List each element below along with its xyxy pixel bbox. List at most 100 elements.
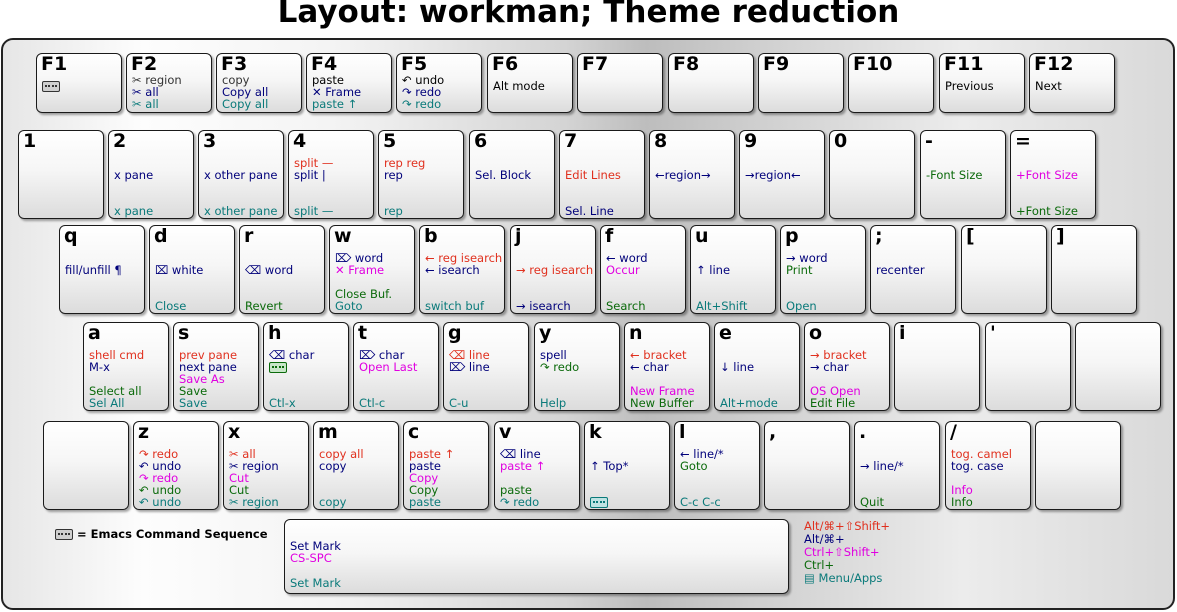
key-label: e — [719, 322, 732, 344]
key-blank-3-11[interactable] — [1075, 322, 1161, 411]
key-w[interactable]: w ⌦ word ✕ Frame Close Buf. Goto — [329, 225, 415, 314]
key-binding: copy — [319, 495, 347, 509]
key-9[interactable]: 9 →region← — [739, 130, 825, 219]
key-equals[interactable]: = +Font Size +Font Size — [1010, 130, 1096, 219]
key-g[interactable]: g ⌫ line ⌦ line C-u — [443, 322, 529, 411]
key-o[interactable]: o → bracket → char OS Open Edit File — [804, 322, 890, 411]
key-t[interactable]: t ⌦ char Open Last Ctl-c — [353, 322, 439, 411]
key-label: x — [228, 421, 241, 443]
key-c[interactable]: c paste ↑ paste Copy Copy paste — [403, 421, 489, 510]
key-r[interactable]: r ⌫ word Revert — [239, 225, 325, 314]
key-f12[interactable]: F12 Next — [1029, 53, 1115, 113]
key-left-bracket[interactable]: [ — [961, 225, 1047, 314]
key-comma[interactable]: , — [764, 421, 850, 510]
key-f1[interactable]: F1 — [36, 53, 122, 113]
key-label: . — [859, 421, 867, 443]
key-label: , — [769, 421, 777, 443]
key-slash[interactable]: / tog. camel tog. case Info Info — [945, 421, 1031, 510]
legend-item: ▤ Menu/Apps — [804, 571, 883, 585]
key-binding: → line/* — [860, 459, 904, 473]
key-binding: paste ↑ — [312, 97, 358, 111]
key-binding: New Buffer — [630, 396, 694, 410]
key-binding: ←region→ — [655, 168, 711, 182]
key-binding: → reg isearch — [516, 263, 594, 277]
key-binding: Help — [540, 396, 567, 410]
key-p[interactable]: p → word Print Open — [780, 225, 866, 314]
key-label: F8 — [673, 53, 700, 75]
key-binding: Open — [786, 299, 817, 313]
key-label: u — [695, 225, 709, 247]
key-binding: split — — [294, 204, 334, 218]
key-1[interactable]: 1 — [18, 130, 104, 219]
key-minus[interactable]: - -Font Size — [920, 130, 1006, 219]
key-m[interactable]: m copy all copy copy — [313, 421, 399, 510]
key-space[interactable]: Set Mark CS-SPC Set Mark — [284, 519, 789, 594]
key-binding: +Font Size — [1016, 204, 1078, 218]
key-l[interactable]: l ← line/* Goto C-c C-c — [674, 421, 760, 510]
key-s[interactable]: s prev pane next pane Save As Save Save — [173, 322, 259, 411]
key-f10[interactable]: F10 — [848, 53, 934, 113]
key-3[interactable]: 3 x other pane x other pane — [198, 130, 284, 219]
key-8[interactable]: 8 ←region→ — [649, 130, 735, 219]
key-binding: paste — [409, 495, 441, 509]
key-2[interactable]: 2 x pane x pane — [108, 130, 194, 219]
emacs-sequence-icon — [42, 81, 60, 92]
key-f9[interactable]: F9 — [758, 53, 844, 113]
key-label: F11 — [944, 53, 984, 75]
key-binding-sequence — [590, 496, 608, 508]
key-semicolon[interactable]: ; recenter — [870, 225, 956, 314]
key-f11[interactable]: F11 Previous — [939, 53, 1025, 113]
key-d[interactable]: d ⌧ white Close — [149, 225, 235, 314]
key-5[interactable]: 5 rep reg rep rep — [378, 130, 464, 219]
key-0[interactable]: 0 — [829, 130, 915, 219]
key-a[interactable]: a shell cmd M-x Select all Sel All — [83, 322, 169, 411]
page-title: Layout: workman; Theme reduction — [277, 0, 900, 30]
key-blank-4-11[interactable] — [1035, 421, 1121, 510]
key-binding: Close — [155, 299, 187, 313]
key-j[interactable]: j → reg isearch → isearch — [510, 225, 596, 314]
key-f2[interactable]: F2 ✂ region ✂ all ✂ all — [126, 53, 212, 113]
key-label: o — [809, 322, 823, 344]
key-f[interactable]: f ← word Occur Search — [600, 225, 686, 314]
key-f3[interactable]: F3 copy Copy all Copy all — [216, 53, 302, 113]
key-v[interactable]: v ⌫ line paste ↑ paste ↷ redo — [494, 421, 580, 510]
key-binding: ↶ undo — [139, 495, 182, 509]
key-blank-4-0[interactable] — [43, 421, 129, 510]
key-f7[interactable]: F7 — [577, 53, 663, 113]
key-label: r — [244, 225, 254, 247]
key-binding: -Font Size — [926, 168, 983, 182]
key-k[interactable]: k ↑ Top* — [584, 421, 670, 510]
key-label: ' — [990, 322, 996, 344]
key-right-bracket[interactable]: ] — [1051, 225, 1137, 314]
key-q[interactable]: q fill/unfill ¶ — [59, 225, 145, 314]
key-f5[interactable]: F5 ↶ undo ↷ redo ↷ redo — [396, 53, 482, 113]
key-binding: fill/unfill ¶ — [65, 263, 122, 277]
key-binding: split | — [294, 168, 326, 182]
key-z[interactable]: z ↷ redo ↶ undo ↷ redo ↶ undo ↶ undo — [133, 421, 219, 510]
key-period[interactable]: . → line/* Quit — [854, 421, 940, 510]
key-binding: ↓ line — [720, 360, 755, 374]
key-label: - — [925, 130, 933, 152]
key-label: F9 — [763, 53, 790, 75]
key-e[interactable]: e ↓ line Alt+mode — [714, 322, 800, 411]
key-u[interactable]: u ↑ line Alt+Shift — [690, 225, 776, 314]
key-n[interactable]: n ← bracket ← char New Frame New Buffer — [624, 322, 710, 411]
key-b[interactable]: b ← reg isearch ← isearch switch buf — [419, 225, 505, 314]
key-binding: ⌫ word — [245, 263, 294, 277]
key-h[interactable]: h ⌫ char Ctl-x — [263, 322, 349, 411]
key-i[interactable]: i — [894, 322, 980, 411]
key-apostrophe[interactable]: ' — [985, 322, 1071, 411]
key-binding: recenter — [876, 263, 925, 277]
key-6[interactable]: 6 Sel. Block — [469, 130, 555, 219]
key-label: ; — [875, 225, 883, 247]
key-f6[interactable]: F6 Alt mode — [487, 53, 573, 113]
key-binding: Edit Lines — [565, 168, 621, 182]
key-f4[interactable]: F4 paste ✕ Frame paste ↑ — [306, 53, 392, 113]
key-label: i — [899, 322, 906, 344]
key-7[interactable]: 7 Edit Lines Sel. Line — [559, 130, 645, 219]
key-x[interactable]: x ✂ all ✂ region Cut Cut ✂ region — [223, 421, 309, 510]
key-y[interactable]: y spell ↷ redo Help — [534, 322, 620, 411]
key-f8[interactable]: F8 — [668, 53, 754, 113]
key-label: F10 — [853, 53, 893, 75]
key-4[interactable]: 4 split — split | split — — [288, 130, 374, 219]
